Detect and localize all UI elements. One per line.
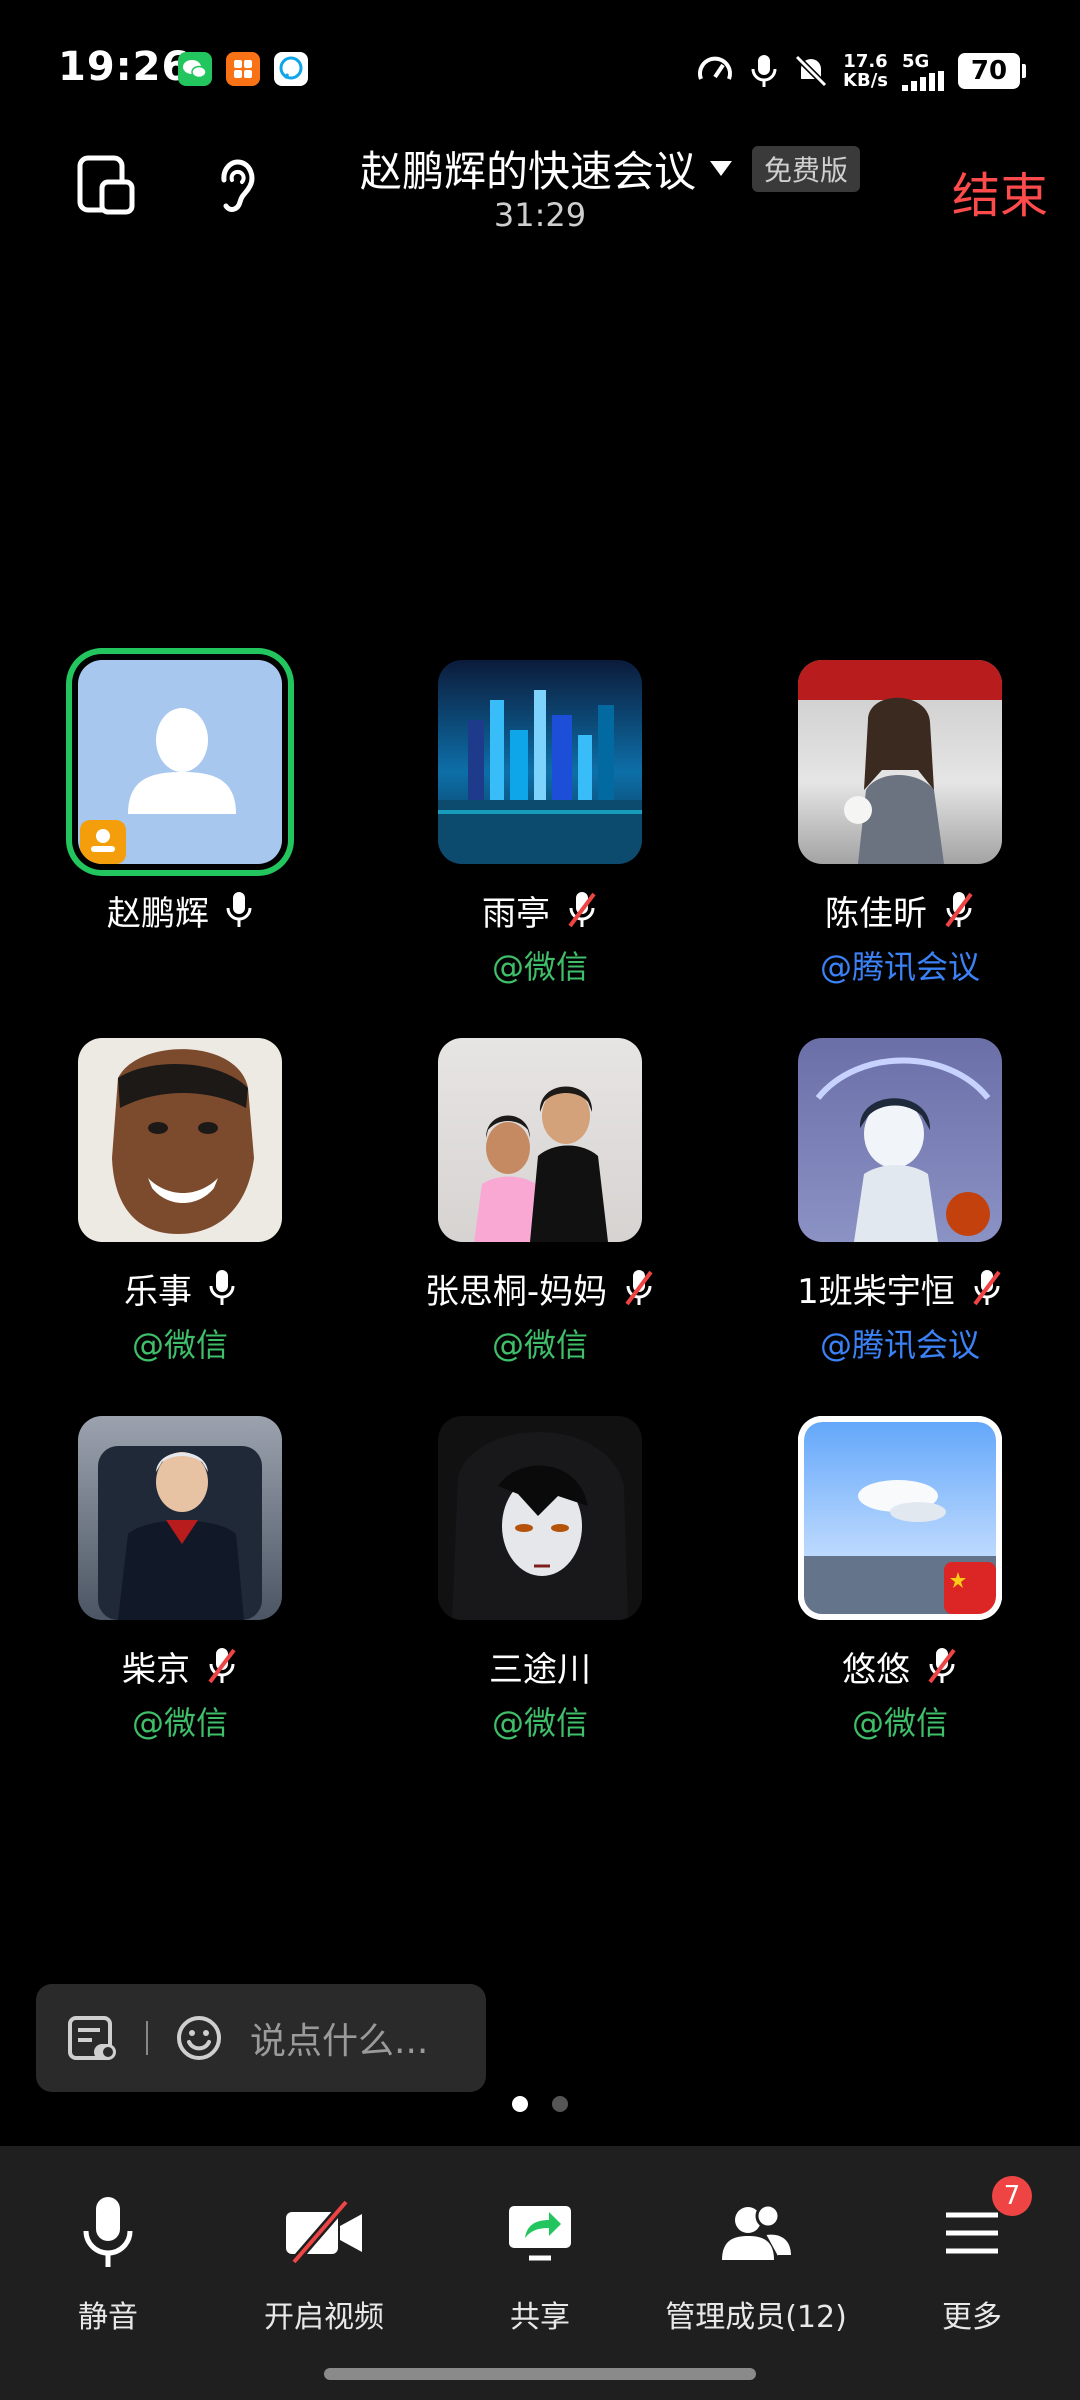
bell-off-icon bbox=[794, 54, 828, 88]
participant-name: 柴京 bbox=[122, 1649, 190, 1690]
participant-tile[interactable]: 1班柴宇恒 @腾讯会议 bbox=[750, 1038, 1050, 1366]
mic-off-icon bbox=[973, 1270, 1001, 1306]
message-icon bbox=[274, 52, 308, 86]
app-icon bbox=[226, 52, 260, 86]
anime-boy-image bbox=[815, 1057, 991, 1242]
family-photo-image bbox=[474, 1086, 608, 1242]
participant-source: @微信 bbox=[491, 1704, 588, 1742]
participant-tile[interactable]: 陈佳昕 @腾讯会议 bbox=[750, 660, 1050, 988]
participant-name: 张思桐-妈妈 bbox=[424, 1271, 608, 1312]
girl-photo-image bbox=[798, 660, 1002, 864]
participant-name: 三途川 bbox=[489, 1649, 591, 1690]
mute-label: 静音 bbox=[78, 2300, 138, 2335]
participant-source: @微信 bbox=[491, 1326, 588, 1364]
participant-source: @腾讯会议 bbox=[819, 1326, 980, 1364]
participant-tile[interactable]: 三途川 @微信 bbox=[390, 1416, 690, 1744]
avatar bbox=[438, 660, 642, 864]
page-dot-active[interactable] bbox=[512, 2096, 528, 2112]
avatar bbox=[798, 660, 1002, 864]
participant-tile[interactable]: 雨亭 @微信 bbox=[390, 660, 690, 988]
participant-source: @微信 bbox=[131, 1704, 228, 1742]
menu-icon bbox=[946, 2212, 998, 2254]
caret-down-icon bbox=[710, 161, 733, 176]
meeting-title: 赵鹏辉的快速会议 bbox=[360, 147, 697, 196]
participant-name: 乐事 bbox=[124, 1271, 192, 1312]
sky-flag-image bbox=[798, 1416, 1002, 1620]
avatar bbox=[78, 660, 282, 864]
divider bbox=[146, 2021, 148, 2055]
members-icon bbox=[722, 2203, 794, 2260]
signal-icon bbox=[902, 70, 944, 91]
mic-icon bbox=[751, 55, 777, 87]
end-meeting-button[interactable]: 结束 bbox=[952, 156, 1048, 226]
participant-source: @微信 bbox=[491, 948, 588, 986]
avatar bbox=[438, 1038, 642, 1242]
emoji-icon[interactable] bbox=[174, 2013, 224, 2063]
plan-badge: 免费版 bbox=[752, 145, 861, 192]
participant-name: 陈佳昕 bbox=[825, 893, 927, 934]
participant-tile[interactable]: 张思桐-妈妈 @微信 bbox=[390, 1038, 690, 1366]
status-icons: 17.6 KB/s 5G 70 bbox=[695, 46, 1026, 96]
man-photo-image bbox=[98, 1446, 262, 1620]
participant-source: @腾讯会议 bbox=[819, 948, 980, 986]
clock: 19:26 bbox=[58, 44, 191, 90]
battery-indicator: 70 bbox=[958, 53, 1026, 89]
participant-name: 赵鹏辉 bbox=[107, 893, 209, 934]
speedometer-icon bbox=[698, 56, 733, 80]
mic-off-icon bbox=[625, 1270, 653, 1306]
page-indicator bbox=[0, 2096, 1080, 2112]
avatar bbox=[78, 1416, 282, 1620]
avatar bbox=[798, 1416, 1002, 1620]
signal-indicator: 5G bbox=[902, 52, 944, 91]
mic-on-icon bbox=[226, 892, 252, 927]
start-video-button[interactable]: 开启视频 bbox=[224, 2188, 424, 2336]
avatar bbox=[438, 1416, 642, 1620]
video-off-icon bbox=[286, 2199, 362, 2265]
meeting-title-button[interactable]: 赵鹏辉的快速会议 免费版 bbox=[360, 138, 861, 199]
avatar bbox=[798, 1038, 1002, 1242]
face-photo-image bbox=[112, 1049, 254, 1234]
city-night-image bbox=[438, 690, 642, 864]
chat-panel-icon[interactable] bbox=[64, 2010, 120, 2066]
network-speed: 17.6 KB/s bbox=[843, 51, 888, 91]
video-label: 开启视频 bbox=[264, 2300, 384, 2335]
members-label: 管理成员(12) bbox=[665, 2300, 847, 2335]
share-label: 共享 bbox=[510, 2300, 570, 2335]
mic-off-icon bbox=[945, 892, 973, 928]
home-indicator[interactable] bbox=[324, 2368, 756, 2380]
microphone-icon bbox=[83, 2197, 133, 2267]
participant-tile[interactable]: 悠悠 @微信 bbox=[750, 1416, 1050, 1744]
mic-off-icon bbox=[928, 1648, 956, 1684]
avatar bbox=[78, 1038, 282, 1242]
participant-tile[interactable]: 乐事 @微信 bbox=[30, 1038, 330, 1366]
participant-source: @微信 bbox=[851, 1704, 948, 1742]
status-bar: 19:26 17.6 KB/s 5G 70 bbox=[0, 0, 1080, 140]
manage-members-button[interactable]: 管理成员(12) bbox=[656, 2188, 856, 2336]
bottom-toolbar: 静音 开启视频 共享 管理成员(12) 7 更多 bbox=[0, 2146, 1080, 2400]
chat-placeholder[interactable]: 说点什么... bbox=[250, 2012, 428, 2064]
participant-source: @微信 bbox=[131, 1326, 228, 1364]
default-user-avatar bbox=[80, 708, 236, 864]
mic-off-icon bbox=[568, 892, 596, 928]
wechat-icon bbox=[178, 52, 212, 86]
more-button[interactable]: 7 更多 bbox=[872, 2176, 1072, 2336]
participant-tile[interactable]: 柴京 @微信 bbox=[30, 1416, 330, 1744]
share-button[interactable]: 共享 bbox=[440, 2188, 640, 2336]
notification-badge: 7 bbox=[992, 2176, 1032, 2216]
participant-tile[interactable]: 赵鹏辉 bbox=[30, 660, 330, 934]
mute-button[interactable]: 静音 bbox=[8, 2188, 208, 2336]
mic-off-icon bbox=[208, 1648, 236, 1684]
mic-on-icon bbox=[209, 1270, 235, 1305]
more-label: 更多 bbox=[942, 2300, 1002, 2335]
dark-anime-image bbox=[452, 1432, 628, 1620]
participant-name: 1班柴宇恒 bbox=[797, 1271, 955, 1312]
participant-name: 雨亭 bbox=[482, 893, 550, 934]
participant-name: 悠悠 bbox=[842, 1649, 910, 1690]
page-dot[interactable] bbox=[552, 2096, 568, 2112]
screen-share-icon bbox=[509, 2206, 571, 2261]
meeting-timer: 31:29 bbox=[493, 196, 587, 234]
chat-input-bar[interactable]: 说点什么... bbox=[36, 1984, 486, 2092]
